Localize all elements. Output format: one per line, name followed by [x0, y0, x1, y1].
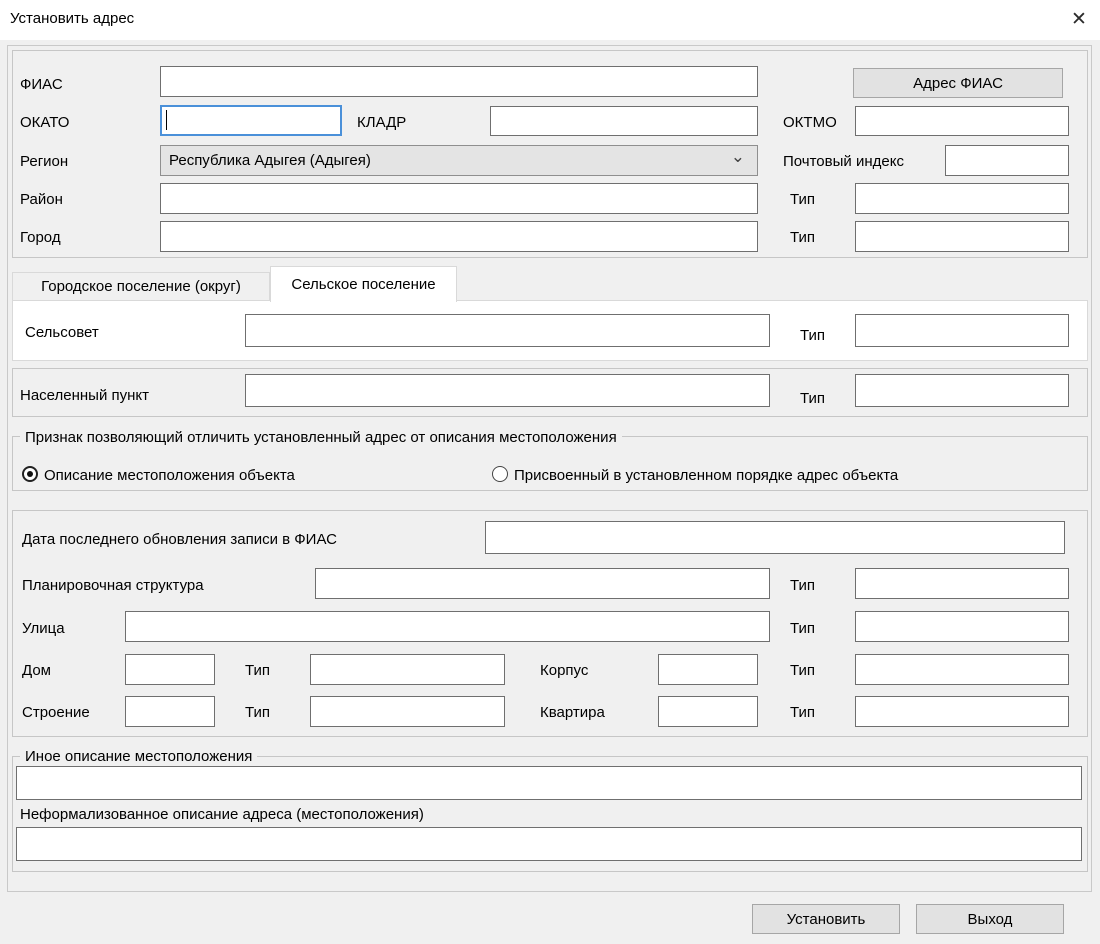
tab-rural-settlement[interactable]: Сельское поселение	[270, 266, 457, 302]
informal-description-label: Неформализованное описание адреса (место…	[20, 806, 424, 823]
radio-assigned-label: Присвоенный в установленном порядке адре…	[514, 467, 898, 484]
kvartira-input[interactable]	[658, 696, 758, 727]
stroenie-tip-input[interactable]	[310, 696, 505, 727]
street-input[interactable]	[125, 611, 770, 642]
street-tip-label: Тип	[790, 620, 815, 637]
set-button[interactable]: Установить	[752, 904, 900, 934]
fias-update-date-input[interactable]	[485, 521, 1065, 554]
stroenie-tip-label: Тип	[245, 704, 270, 721]
gorod-label: Город	[20, 229, 61, 246]
radio-assigned[interactable]	[492, 466, 508, 482]
planning-tip-input[interactable]	[855, 568, 1069, 599]
radio-selected-dot	[27, 471, 33, 477]
other-description-legend: Иное описание местоположения	[20, 748, 257, 765]
region-selected-value: Республика Адыгея (Адыгея)	[169, 152, 371, 169]
settlement-tip-input[interactable]	[855, 374, 1069, 407]
rayon-tip-label: Тип	[790, 191, 815, 208]
selsovet-input[interactable]	[245, 314, 770, 347]
settlement-tip-label: Тип	[800, 390, 825, 407]
house-tip-label: Тип	[245, 662, 270, 679]
informal-description-input[interactable]	[16, 827, 1082, 861]
selsovet-label: Сельсовет	[25, 324, 99, 341]
korpus-input[interactable]	[658, 654, 758, 685]
okato-label: ОКАТО	[20, 114, 69, 131]
gorod-tip-label: Тип	[790, 229, 815, 246]
radio-description[interactable]	[22, 466, 38, 482]
rayon-tip-input[interactable]	[855, 183, 1069, 214]
sign-groupbox-legend: Признак позволяющий отличить установленн…	[20, 429, 622, 446]
street-label: Улица	[22, 620, 65, 637]
kvartira-tip-input[interactable]	[855, 696, 1069, 727]
kladr-label: КЛАДР	[357, 114, 406, 131]
tab-urban-settlement[interactable]: Городское поселение (округ)	[12, 272, 270, 301]
korpus-tip-input[interactable]	[855, 654, 1069, 685]
oktmo-input[interactable]	[855, 106, 1069, 136]
chevron-down-icon: ⌄	[731, 147, 745, 167]
address-fias-button[interactable]: Адрес ФИАС	[853, 68, 1063, 98]
tab-rural-label: Сельское поселение	[291, 276, 435, 293]
planning-structure-input[interactable]	[315, 568, 770, 599]
other-description-input[interactable]	[16, 766, 1082, 800]
tab-urban-label: Городское поселение (округ)	[41, 278, 241, 295]
kvartira-label: Квартира	[540, 704, 605, 721]
radio-description-label: Описание местоположения объекта	[44, 467, 295, 484]
window-title: Установить адрес	[10, 10, 134, 27]
exit-button[interactable]: Выход	[916, 904, 1064, 934]
region-label: Регион	[20, 153, 68, 170]
fias-input[interactable]	[160, 66, 758, 97]
kladr-input[interactable]	[490, 106, 758, 136]
korpus-label: Корпус	[540, 662, 588, 679]
korpus-tip-label: Тип	[790, 662, 815, 679]
rayon-label: Район	[20, 191, 63, 208]
close-icon[interactable]: ✕	[1064, 5, 1094, 33]
street-tip-input[interactable]	[855, 611, 1069, 642]
postal-index-label: Почтовый индекс	[783, 153, 904, 170]
stroenie-label: Строение	[22, 704, 90, 721]
house-input[interactable]	[125, 654, 215, 685]
okato-input[interactable]	[160, 105, 342, 136]
selsovet-tip-input[interactable]	[855, 314, 1069, 347]
planning-structure-label: Планировочная структура	[22, 577, 204, 594]
exit-button-label: Выход	[968, 911, 1013, 928]
house-label: Дом	[22, 662, 51, 679]
region-select[interactable]: Республика Адыгея (Адыгея) ⌄	[160, 145, 758, 176]
set-button-label: Установить	[787, 911, 866, 928]
kvartira-tip-label: Тип	[790, 704, 815, 721]
fias-update-date-label: Дата последнего обновления записи в ФИАС	[22, 531, 337, 548]
oktmo-label: ОКТМО	[783, 114, 837, 131]
stroenie-input[interactable]	[125, 696, 215, 727]
house-tip-input[interactable]	[310, 654, 505, 685]
dialog-set-address: Установить адрес ✕ ФИАС Адрес ФИАС ОКАТО…	[0, 0, 1100, 944]
text-caret	[166, 110, 167, 130]
settlement-label: Населенный пункт	[20, 387, 149, 404]
gorod-input[interactable]	[160, 221, 758, 252]
selsovet-tip-label: Тип	[800, 327, 825, 344]
gorod-tip-input[interactable]	[855, 221, 1069, 252]
settlement-input[interactable]	[245, 374, 770, 407]
postal-index-input[interactable]	[945, 145, 1069, 176]
rayon-input[interactable]	[160, 183, 758, 214]
planning-tip-label: Тип	[790, 577, 815, 594]
fias-label: ФИАС	[20, 76, 63, 93]
address-fias-button-label: Адрес ФИАС	[913, 75, 1003, 92]
